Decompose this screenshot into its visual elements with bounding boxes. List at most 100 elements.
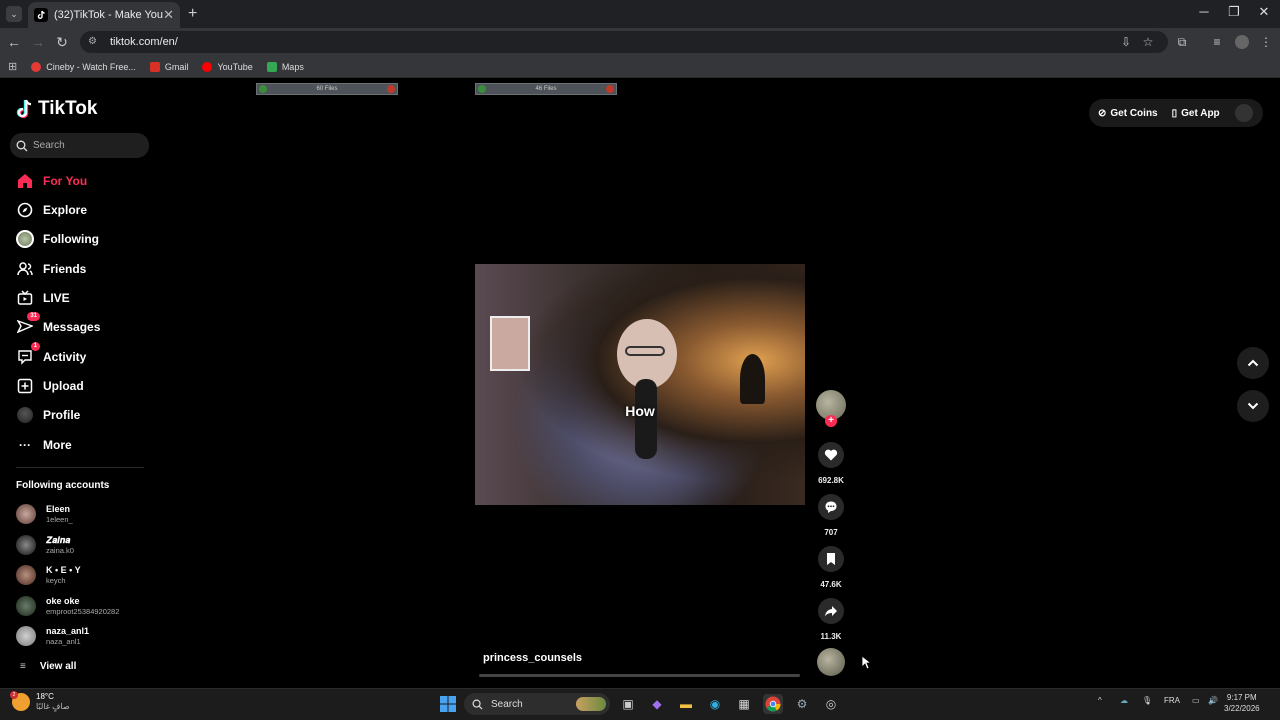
tray-overflow-icon[interactable]: ^ [1098, 696, 1102, 705]
compass-icon [16, 201, 34, 219]
profile-avatar-icon[interactable] [1235, 35, 1249, 49]
account-item[interactable]: naza_anl1 naza_anl1 [16, 623, 89, 649]
file-bar-close-icon[interactable] [387, 85, 395, 93]
task-view-icon[interactable]: ▣ [618, 694, 638, 714]
copilot-icon[interactable]: ◆ [647, 694, 667, 714]
comment-button[interactable] [818, 494, 844, 520]
save-button[interactable] [818, 546, 844, 572]
gmail-icon [149, 61, 160, 72]
nav-following[interactable]: Following [16, 227, 99, 251]
taskbar-search[interactable]: Search [464, 693, 610, 715]
search-input[interactable]: Search [10, 133, 149, 158]
nav-profile[interactable]: Profile [16, 403, 80, 427]
forward-button[interactable]: → [30, 34, 46, 50]
start-button[interactable] [438, 694, 458, 714]
account-name: oke oke [46, 596, 80, 606]
user-avatar[interactable] [1235, 104, 1253, 122]
file-explorer-icon[interactable]: ▬ [676, 694, 696, 714]
nav-label: For You [43, 174, 88, 188]
nav-upload[interactable]: Upload [16, 374, 84, 398]
share-icon [825, 606, 837, 617]
home-icon [16, 172, 34, 190]
window-close-button[interactable]: ✕ [1254, 4, 1274, 20]
network-icon[interactable]: ▭ [1192, 696, 1200, 705]
steam-icon[interactable]: ⚙ [792, 694, 812, 714]
clock-date: 3/22/2026 [1224, 704, 1260, 713]
app-icon[interactable]: ◎ [821, 694, 841, 714]
follow-plus-icon[interactable]: + [825, 415, 837, 427]
account-item[interactable]: Eleen 1eleen_ [16, 501, 73, 527]
install-app-icon[interactable]: ⇩ [1119, 35, 1133, 49]
volume-icon[interactable]: 🔊 [1208, 696, 1218, 705]
edge-icon[interactable]: ◉ [705, 694, 725, 714]
nav-messages[interactable]: 31 Messages [16, 312, 101, 339]
new-tab-button[interactable]: + [188, 5, 197, 23]
nav-label: Messages [43, 320, 101, 334]
nav-more[interactable]: ··· More [16, 433, 72, 457]
windows-logo-icon [440, 696, 456, 712]
avatar [16, 504, 36, 524]
tab-close-icon[interactable]: ✕ [163, 7, 174, 23]
bookmark-gmail[interactable]: Gmail [149, 61, 188, 72]
like-button[interactable] [818, 442, 844, 468]
store-icon[interactable]: ▦ [734, 694, 754, 714]
nav-explore[interactable]: Explore [16, 198, 87, 222]
bookmark-cineby[interactable]: Cineby - Watch Free... [31, 61, 136, 72]
apps-grid-icon[interactable]: ⊞ [8, 60, 17, 73]
site-info-icon[interactable]: ⚙ [88, 36, 100, 48]
onedrive-icon[interactable]: ☁ [1120, 696, 1128, 705]
tiktok-logo[interactable]: TikTok [16, 98, 97, 120]
get-coins-label: Get Coins [1110, 107, 1158, 119]
next-video-button[interactable] [1237, 390, 1269, 422]
restore-button[interactable]: ❐ [1224, 4, 1244, 20]
cineby-icon [31, 61, 42, 72]
top-right-actions: ⊘ Get Coins ▯ Get App [1089, 99, 1263, 127]
nav-for-you[interactable]: For You [16, 169, 87, 193]
video-author-username[interactable]: princess_counsels [483, 652, 582, 664]
account-item[interactable]: oke oke emproot25384920282 [16, 593, 119, 619]
account-item[interactable]: 𝒁𝒂𝒊𝒏𝒂 zaina.k0 [16, 532, 74, 558]
bookmark-youtube[interactable]: YouTube [202, 61, 253, 72]
file-bar-2[interactable]: 46 Files [475, 83, 617, 95]
account-handle: 1eleen_ [46, 515, 73, 524]
get-app-button[interactable]: ▯ Get App [1172, 108, 1220, 119]
back-button[interactable]: ← [6, 34, 22, 50]
music-disc-avatar[interactable] [817, 648, 845, 676]
video-player[interactable] [475, 264, 805, 505]
get-coins-button[interactable]: ⊘ Get Coins [1098, 108, 1158, 119]
chrome-menu-icon[interactable]: ⋮ [1259, 35, 1273, 49]
wall-poster [490, 316, 530, 371]
system-clock[interactable]: 9:17 PM 3/22/2026 [1224, 692, 1260, 714]
video-progress-bar[interactable] [479, 674, 800, 677]
account-handle: emproot25384920282 [46, 607, 120, 616]
file-bar-1[interactable]: 60 Files [256, 83, 398, 95]
media-controls-icon[interactable]: ≡ [1210, 35, 1224, 49]
bookmark-maps[interactable]: Maps [266, 61, 304, 72]
bookmark-star-icon[interactable]: ☆ [1141, 35, 1155, 49]
address-bar[interactable]: ⚙ tiktok.com/en/ [80, 31, 1168, 53]
microphone-icon[interactable]: 🎙 [1142, 696, 1152, 705]
heart-icon [824, 449, 838, 461]
activity-icon: 1 [16, 342, 40, 366]
share-button[interactable] [818, 598, 844, 624]
nav-label: Activity [43, 350, 87, 364]
reload-button[interactable]: ↻ [54, 34, 70, 50]
weather-widget[interactable]: 2 18°C صافٍ غالبًا [10, 691, 70, 712]
view-all-link[interactable]: ≡ View all [20, 661, 76, 672]
nav-live[interactable]: LIVE [16, 286, 70, 310]
file-bar-close-icon[interactable] [606, 85, 614, 93]
chrome-taskbar-icon[interactable] [763, 694, 783, 714]
minimize-button[interactable]: ─ [1194, 4, 1214, 19]
account-item[interactable]: K • E • Ykeych [16, 562, 81, 588]
language-indicator[interactable]: FRA [1164, 696, 1180, 705]
browser-tab-active[interactable]: (32)TikTok - Make Your Day ✕ [28, 2, 180, 28]
nav-activity[interactable]: 1 Activity [16, 342, 87, 369]
url-text: tiktok.com/en/ [110, 36, 178, 48]
extensions-icon[interactable]: ⧉ [1175, 35, 1189, 49]
tab-search-button[interactable]: ⌄ [6, 6, 22, 22]
avatar [16, 626, 36, 646]
previous-video-button[interactable] [1237, 347, 1269, 379]
account-name: K • E • Y [46, 565, 81, 575]
nav-friends[interactable]: Friends [16, 257, 86, 281]
share-count: 11.3K [820, 632, 842, 641]
